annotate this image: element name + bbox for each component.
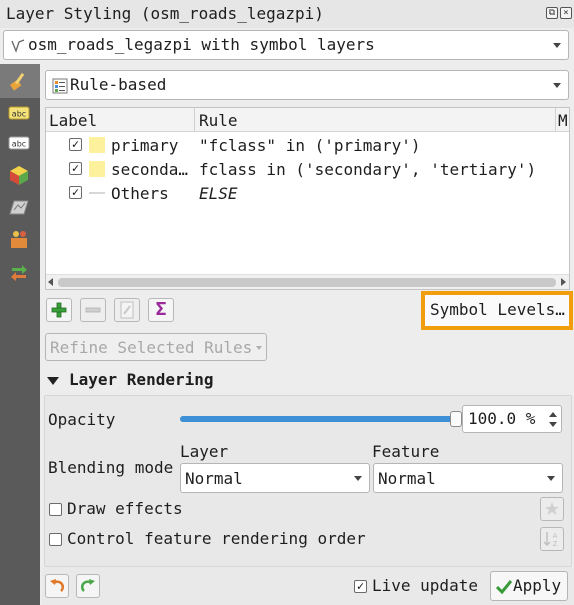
feature-blend-value: Normal <box>378 469 436 488</box>
rule-expression: "fclass" in ('primary') <box>199 136 421 155</box>
column-header-min-scale[interactable]: M <box>558 111 569 130</box>
plus-icon <box>51 302 67 318</box>
sigma-icon: Σ <box>155 299 167 320</box>
renderer-combo-value: Rule-based <box>70 75 167 94</box>
draw-effects-checkbox[interactable] <box>49 503 62 516</box>
opacity-slider-handle[interactable] <box>450 411 462 427</box>
table-row[interactable]: ✓ seconda… fclass in ('secondary', 'tert… <box>46 157 556 181</box>
rule-expression: ELSE <box>199 184 238 203</box>
opacity-value: 100.0 % <box>468 409 536 428</box>
edit-rule-button[interactable] <box>114 298 140 322</box>
refine-selected-rules-label: Refine Selected Rules <box>50 338 253 357</box>
scroll-right-icon[interactable] <box>561 278 566 286</box>
rules-tree[interactable]: Label Rule M ✓ primary "fclass" in ('pri… <box>45 107 570 290</box>
minus-icon <box>85 307 101 313</box>
feature-blend-label: Feature <box>372 442 440 461</box>
spin-down-icon[interactable] <box>549 422 557 427</box>
layer-blend-value: Normal <box>185 469 243 488</box>
undo-button[interactable] <box>45 574 69 598</box>
column-separator <box>555 108 556 131</box>
opacity-label: Opacity <box>48 410 116 429</box>
chevron-down-icon <box>354 476 362 481</box>
chevron-down-icon <box>553 83 561 88</box>
rule-checkbox[interactable]: ✓ <box>69 138 82 151</box>
rules-tree-header: Label Rule M <box>46 108 569 132</box>
renderer-combo[interactable]: Rule-based <box>45 70 569 100</box>
rule-label: Others <box>111 184 169 203</box>
control-order-checkbox[interactable] <box>49 533 62 546</box>
chevron-down-icon <box>547 476 555 481</box>
layer-blend-combo[interactable]: Normal <box>180 463 370 493</box>
title-bar: Layer Styling (osm_roads_legazpi) ⧉ × <box>0 0 574 28</box>
horizontal-scrollbar[interactable] <box>46 274 569 289</box>
rule-based-icon <box>52 78 68 94</box>
layer-blend-label: Layer <box>180 442 229 461</box>
chevron-down-icon <box>553 43 561 48</box>
fields-icon[interactable] <box>8 228 30 250</box>
symbol-swatch <box>89 192 105 194</box>
panel-title: Layer Styling (osm_roads_legazpi) <box>6 4 324 23</box>
redo-icon <box>80 579 95 592</box>
order-by-button[interactable]: A Z <box>540 527 564 551</box>
checkmark-icon <box>495 580 513 595</box>
paintbrush-icon[interactable] <box>8 70 30 92</box>
rule-label: seconda… <box>111 160 189 179</box>
collapse-arrow-icon[interactable] <box>47 377 59 385</box>
redo-button[interactable] <box>76 574 100 598</box>
symbol-levels-button[interactable]: Symbol Levels… <box>421 291 573 330</box>
apply-label: Apply <box>513 576 562 595</box>
3d-view-icon[interactable] <box>8 164 30 186</box>
table-row[interactable]: ✓ Others ELSE <box>46 181 556 205</box>
refine-selected-rules-button[interactable]: Refine Selected Rules <box>45 333 267 361</box>
live-update-label: Live update <box>372 576 478 595</box>
edit-icon <box>120 301 134 319</box>
section-title: Layer Rendering <box>69 370 214 389</box>
spin-up-icon[interactable] <box>549 412 557 417</box>
undo-icon <box>50 579 65 592</box>
blending-mode-label: Blending mode <box>48 458 174 477</box>
layer-combo[interactable]: osm_roads_legazpi with symbol layers <box>3 30 569 60</box>
table-row[interactable]: ✓ primary "fclass" in ('primary') <box>46 133 556 157</box>
column-header-label[interactable]: Label <box>49 111 97 130</box>
diagrams-icon[interactable] <box>8 196 30 218</box>
labels-icon[interactable]: abc <box>8 102 30 124</box>
close-icon[interactable]: × <box>560 7 572 19</box>
live-update-checkbox[interactable]: ✓ <box>354 580 367 593</box>
sidebar-items: abc abc <box>0 64 40 604</box>
rule-label: primary <box>111 136 179 155</box>
symbol-levels-label: Symbol Levels… <box>430 300 565 319</box>
add-rule-button[interactable] <box>46 298 72 322</box>
svg-text:abc: abc <box>12 140 26 149</box>
rule-checkbox[interactable]: ✓ <box>69 186 82 199</box>
chevron-down-icon <box>256 346 262 350</box>
star-icon <box>545 502 559 515</box>
effects-settings-button[interactable] <box>540 497 564 521</box>
opacity-slider-fill <box>180 416 456 422</box>
svg-text:Z: Z <box>553 540 558 548</box>
remove-rule-button[interactable] <box>80 298 106 322</box>
rule-checkbox[interactable]: ✓ <box>69 162 82 175</box>
control-order-label: Control feature rendering order <box>67 529 366 548</box>
scroll-left-icon[interactable] <box>48 278 53 286</box>
layer-combo-value: osm_roads_legazpi with symbol layers <box>28 35 375 54</box>
refine-sum-button[interactable]: Σ <box>148 298 174 322</box>
masks-icon[interactable]: abc <box>8 132 30 154</box>
feature-blend-combo[interactable]: Normal <box>373 463 563 493</box>
line-layer-icon <box>11 39 25 53</box>
scrollbar-thumb[interactable] <box>58 278 556 287</box>
opacity-spinbox[interactable]: 100.0 % <box>462 405 562 433</box>
svg-text:A: A <box>553 532 558 540</box>
draw-effects-label: Draw effects <box>67 499 183 518</box>
layer-rendering-header[interactable]: Layer Rendering <box>46 370 296 392</box>
apply-button[interactable]: Apply <box>490 571 568 601</box>
column-separator <box>194 108 195 131</box>
symbol-swatch <box>89 161 105 177</box>
sort-icon: A Z <box>543 532 558 548</box>
float-icon[interactable]: ⧉ <box>546 7 558 19</box>
symbol-swatch <box>89 137 105 153</box>
history-icon[interactable] <box>8 260 30 282</box>
column-header-rule[interactable]: Rule <box>199 111 238 130</box>
rule-expression: fclass in ('secondary', 'tertiary') <box>199 160 537 179</box>
svg-text:abc: abc <box>12 110 26 119</box>
